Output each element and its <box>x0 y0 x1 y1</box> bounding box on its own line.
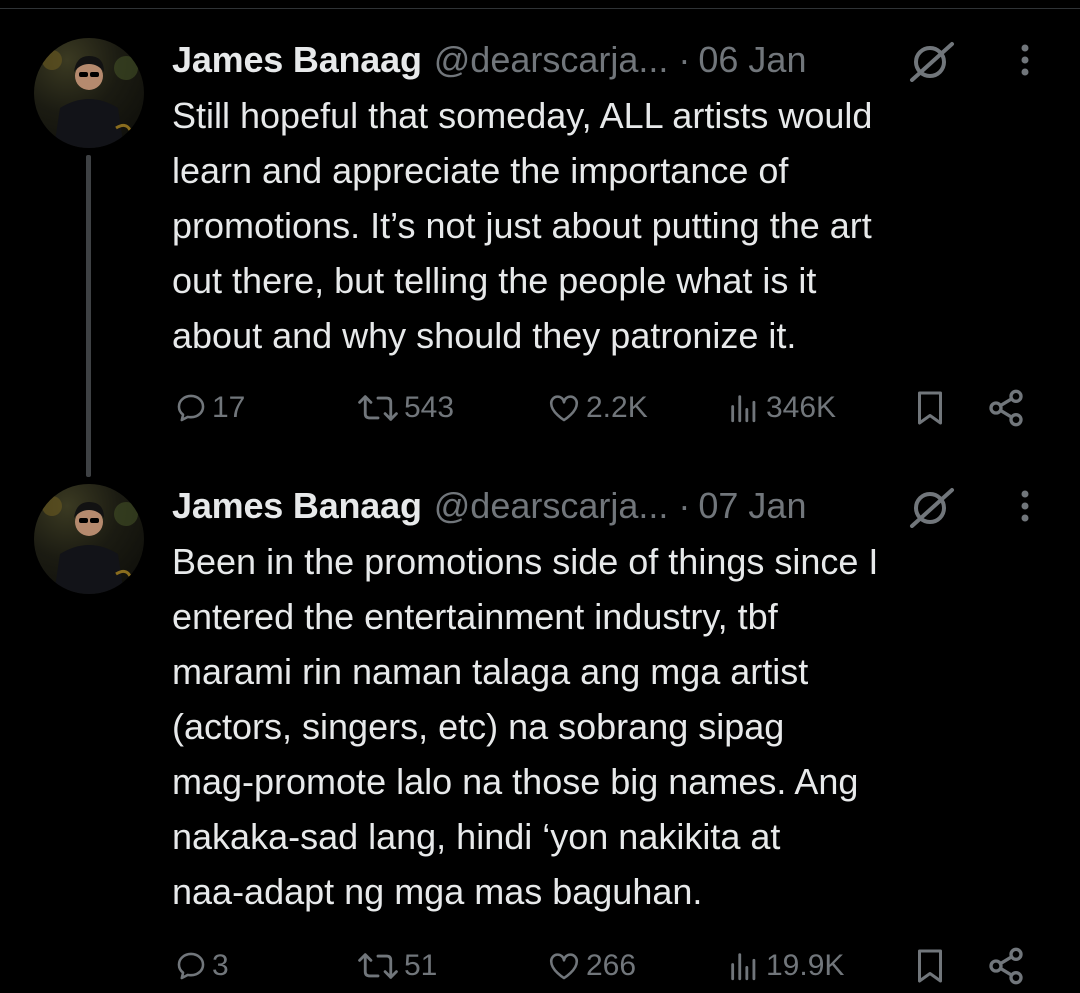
tweet-text: Still hopeful that someday, ALL artists … <box>172 88 1052 363</box>
reply-button[interactable]: 17 <box>174 383 245 433</box>
action-bar: 17 543 2.2K 346K <box>0 383 1080 433</box>
like-count: 2.2K <box>586 391 648 424</box>
repost-button[interactable]: 51 <box>356 941 437 991</box>
grok-icon[interactable] <box>906 486 958 528</box>
share-icon <box>989 947 1023 985</box>
action-bar: 3 51 266 19.9K <box>0 941 1080 991</box>
like-button[interactable]: 266 <box>546 941 636 991</box>
more-icon[interactable] <box>1010 484 1040 528</box>
views-button[interactable]: 19.9K <box>726 941 844 991</box>
tweet-text-line: Still hopeful that someday, ALL artists … <box>172 95 873 136</box>
share-icon <box>989 389 1023 427</box>
author-name[interactable]: James Banaag <box>172 485 422 527</box>
bookmark-button[interactable] <box>912 941 948 991</box>
grok-icon[interactable] <box>906 40 958 82</box>
tweet-text-line: about and why should they patronize it. <box>172 315 797 356</box>
tweet-text-line: naa-adapt ng mga mas baguhan. <box>172 871 703 912</box>
reply-count: 17 <box>212 391 246 424</box>
author-handle[interactable]: @dearscarja... <box>434 39 669 81</box>
tweet-text-line: Been in the promotions side of things si… <box>172 541 879 582</box>
author-handle[interactable]: @dearscarja... <box>434 485 669 527</box>
top-divider <box>0 0 1080 9</box>
like-count: 266 <box>586 949 637 982</box>
tweet-header: James Banaag @dearscarja... · 07 Jan <box>172 478 806 534</box>
share-button[interactable] <box>986 383 1026 433</box>
separator: · <box>678 485 691 526</box>
share-button[interactable] <box>986 941 1026 991</box>
repost-count: 51 <box>404 949 438 982</box>
bookmark-icon <box>918 391 942 425</box>
reply-icon <box>177 394 205 422</box>
heart-icon <box>549 395 579 422</box>
tweet-text: Been in the promotions side of things si… <box>172 534 1052 919</box>
tweet-text-line: promotions. It’s not just about putting … <box>172 205 872 246</box>
timestamp[interactable]: 07 Jan <box>698 485 806 527</box>
repost-icon <box>358 395 398 421</box>
views-button[interactable]: 346K <box>726 383 836 433</box>
repost-icon <box>358 953 398 979</box>
repost-button[interactable]: 543 <box>356 383 454 433</box>
tweet-text-line: mag-promote lalo na those big names. Ang <box>172 761 859 802</box>
more-icon[interactable] <box>1010 38 1040 82</box>
tweet-text-line: marami rin naman talaga ang mga artist <box>172 651 809 692</box>
bookmark-button[interactable] <box>912 383 948 433</box>
avatar[interactable] <box>34 38 144 148</box>
tweet-text-line: learn and appreciate the importance of <box>172 150 789 191</box>
avatar[interactable] <box>34 484 144 594</box>
reply-icon <box>177 952 205 980</box>
author-name[interactable]: James Banaag <box>172 39 422 81</box>
separator: · <box>678 39 691 80</box>
reply-count: 3 <box>212 949 229 982</box>
views-count: 19.9K <box>766 949 845 982</box>
reply-button[interactable]: 3 <box>174 941 229 991</box>
like-button[interactable]: 2.2K <box>546 383 648 433</box>
tweet-header: James Banaag @dearscarja... · 06 Jan <box>172 32 806 88</box>
views-icon <box>731 395 756 423</box>
tweet-text-line: out there, but telling the people what i… <box>172 260 817 301</box>
timestamp[interactable]: 06 Jan <box>698 39 806 81</box>
views-icon <box>731 953 756 981</box>
tweet-text-line: entered the entertainment industry, tbf <box>172 596 778 637</box>
heart-icon <box>549 953 579 980</box>
views-count: 346K <box>766 391 837 424</box>
tweet-text-line: (actors, singers, etc) na sobrang sipag <box>172 706 785 747</box>
repost-count: 543 <box>404 391 455 424</box>
bookmark-icon <box>918 949 942 983</box>
tweet-text-line: nakaka-sad lang, hindi ‘yon nakikita at <box>172 816 781 857</box>
